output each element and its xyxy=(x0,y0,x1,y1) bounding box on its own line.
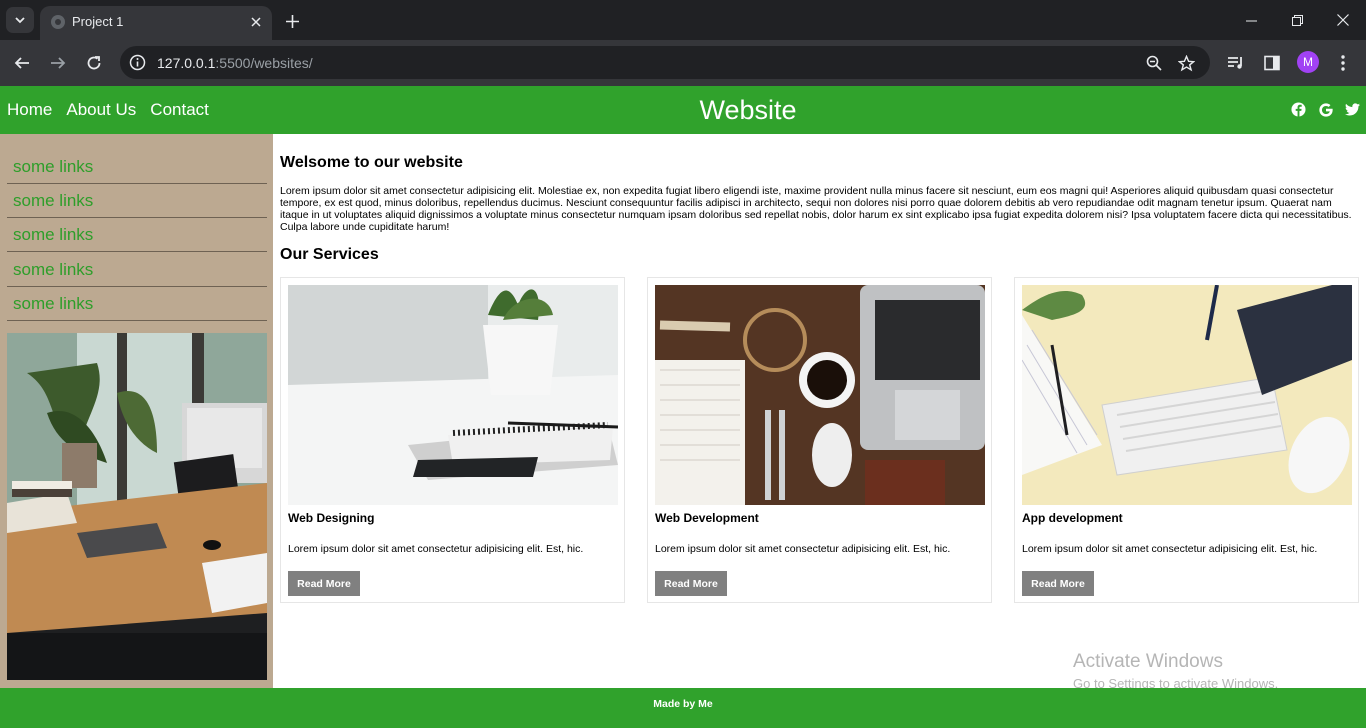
reload-button[interactable] xyxy=(80,49,108,77)
watermark-line-1: Activate Windows xyxy=(1073,651,1223,672)
new-tab-button[interactable] xyxy=(280,9,304,33)
minimize-icon xyxy=(1245,20,1257,21)
intro-paragraph: Lorem ipsum dolor sit amet consectetur a… xyxy=(280,185,1352,233)
service-card: Web Development Lorem ipsum dolor sit am… xyxy=(647,277,992,603)
profile-avatar[interactable]: M xyxy=(1297,51,1319,73)
minimize-button[interactable] xyxy=(1228,0,1274,40)
card-text: Lorem ipsum dolor sit amet consectetur a… xyxy=(1022,543,1318,555)
social-links xyxy=(1291,102,1360,117)
office-desk-image xyxy=(7,333,267,680)
bookmark-button[interactable] xyxy=(1176,53,1196,73)
forward-button[interactable] xyxy=(44,49,72,77)
close-icon xyxy=(251,17,261,27)
sidebar-link-1[interactable]: some links xyxy=(7,150,267,184)
restore-button[interactable] xyxy=(1274,0,1320,40)
card-title: Web Designing xyxy=(288,511,375,525)
read-more-button[interactable]: Read More xyxy=(1022,571,1094,596)
zoom-icon xyxy=(1146,55,1162,71)
browser-toolbar: 127.0.0.1:5500/websites/ M xyxy=(0,40,1366,86)
services-heading: Our Services xyxy=(280,246,379,263)
sidebar-link-5[interactable]: some links xyxy=(7,287,267,321)
media-control-button[interactable] xyxy=(1225,52,1247,74)
address-bar[interactable]: 127.0.0.1:5500/websites/ xyxy=(120,46,1210,79)
read-more-button[interactable]: Read More xyxy=(655,571,727,596)
sidebar-link-label: some links xyxy=(13,225,94,244)
arrow-left-icon xyxy=(14,57,29,69)
site-footer: Made by Me xyxy=(0,688,1366,728)
card-text: Lorem ipsum dolor sit amet consectetur a… xyxy=(655,543,951,555)
sidebar-link-label: some links xyxy=(13,157,94,176)
url-text[interactable]: 127.0.0.1:5500/websites/ xyxy=(157,55,313,71)
tab-close-button[interactable] xyxy=(246,12,266,32)
card-title: Web Development xyxy=(655,511,759,525)
reload-icon xyxy=(87,56,101,70)
back-button[interactable] xyxy=(8,49,36,77)
service-card: Web Designing Lorem ipsum dolor sit amet… xyxy=(280,277,625,603)
chevron-down-icon xyxy=(15,17,25,24)
kebab-menu-icon xyxy=(1341,55,1345,71)
sidebar-link-label: some links xyxy=(13,260,94,279)
notebook-image xyxy=(288,285,618,505)
sidebar-link-3[interactable]: some links xyxy=(7,218,267,252)
zoom-button[interactable] xyxy=(1144,53,1164,73)
star-icon xyxy=(1177,54,1195,71)
welcome-heading: Welsome to our website xyxy=(280,154,463,171)
site-header: Home About Us Contact Website xyxy=(0,86,1366,134)
keyboard-desk-image xyxy=(1022,285,1352,505)
tab-title: Project 1 xyxy=(72,14,124,29)
read-more-button[interactable]: Read More xyxy=(288,571,360,596)
playlist-icon xyxy=(1228,57,1242,69)
globe-icon xyxy=(51,15,65,29)
browser-tab[interactable]: Project 1 xyxy=(40,6,272,40)
menu-button[interactable] xyxy=(1332,52,1354,74)
twitter-icon[interactable] xyxy=(1345,102,1360,117)
plus-icon xyxy=(285,14,299,28)
restore-icon xyxy=(1291,14,1303,26)
close-window-button[interactable] xyxy=(1320,0,1366,40)
browser-tab-bar: Project 1 xyxy=(0,0,1366,40)
side-panel-icon xyxy=(1264,55,1280,71)
close-icon xyxy=(1337,14,1349,26)
info-icon[interactable] xyxy=(129,54,146,71)
facebook-icon[interactable] xyxy=(1291,102,1306,117)
service-card: App development Lorem ipsum dolor sit am… xyxy=(1014,277,1359,603)
card-title: App development xyxy=(1022,511,1123,525)
tab-search-button[interactable] xyxy=(6,7,34,33)
google-icon[interactable] xyxy=(1318,102,1333,117)
url-host: 127.0.0.1 xyxy=(157,55,216,71)
footer-text: Made by Me xyxy=(653,698,713,710)
url-path: :5500/websites/ xyxy=(215,55,313,71)
sidebar-link-4[interactable]: some links xyxy=(7,253,267,287)
activate-windows-watermark: Activate Windows Go to Settings to activ… xyxy=(1073,651,1278,691)
side-panel-button[interactable] xyxy=(1261,52,1283,74)
sidebar-link-2[interactable]: some links xyxy=(7,184,267,218)
sidebar-link-label: some links xyxy=(13,191,94,210)
desk-workspace-image xyxy=(655,285,985,505)
site-title: Website xyxy=(699,95,797,125)
main-content: Welsome to our website Lorem ipsum dolor… xyxy=(273,134,1366,688)
card-text: Lorem ipsum dolor sit amet consectetur a… xyxy=(288,543,584,555)
sidebar: some links some links some links some li… xyxy=(0,134,273,688)
sidebar-link-label: some links xyxy=(13,294,94,313)
arrow-right-icon xyxy=(51,57,66,69)
